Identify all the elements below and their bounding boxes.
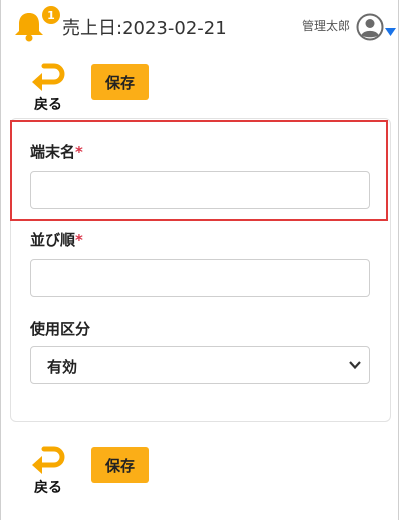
left-frame-border <box>0 0 1 520</box>
right-frame-border <box>398 0 399 520</box>
terminal-name-label: 端末名* <box>30 143 83 161</box>
return-arrow-icon <box>32 63 65 91</box>
back-label: 戻る <box>34 480 62 496</box>
avatar-icon[interactable] <box>356 13 384 41</box>
user-menu-caret-icon[interactable] <box>385 22 396 36</box>
save-button-bottom[interactable]: 保存 <box>91 447 149 483</box>
terminal-name-input[interactable] <box>30 171 370 209</box>
back-label: 戻る <box>34 97 62 113</box>
return-arrow-icon <box>32 446 65 474</box>
notification-bell-icon[interactable] <box>12 10 46 42</box>
usage-category-label: 使用区分 <box>30 320 91 338</box>
notification-badge: 1 <box>42 6 60 24</box>
sort-order-input[interactable] <box>30 259 370 297</box>
usage-category-select[interactable]: 有効 <box>30 346 370 384</box>
save-button[interactable]: 保存 <box>91 64 149 100</box>
chevron-down-icon <box>349 361 361 370</box>
sort-order-label: 並び順* <box>30 231 83 249</box>
back-button-bottom[interactable]: 戻る <box>28 443 72 499</box>
required-mark: * <box>75 143 83 161</box>
back-button[interactable]: 戻る <box>28 60 72 116</box>
sales-date: 売上日:2023-02-21 <box>62 18 227 39</box>
usage-category-selected: 有効 <box>47 358 78 376</box>
required-mark: * <box>75 231 83 249</box>
user-name[interactable]: 管理太郎 <box>302 17 350 34</box>
